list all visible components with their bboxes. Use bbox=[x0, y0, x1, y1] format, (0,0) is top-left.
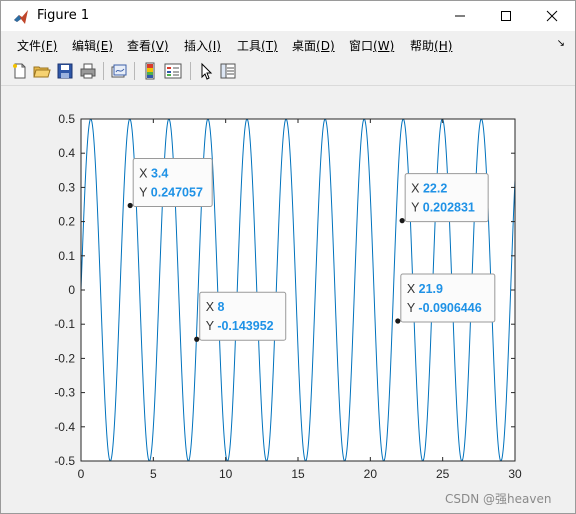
datatip-marker[interactable] bbox=[127, 202, 133, 209]
datatip[interactable]: X 21.9 Y -0.0906446 bbox=[395, 273, 496, 324]
menu-desktop[interactable]: 桌面(D) bbox=[292, 37, 335, 54]
y-tick-label: 0.2 bbox=[58, 215, 75, 229]
datatip-marker[interactable] bbox=[194, 336, 200, 342]
new-figure-icon[interactable] bbox=[11, 62, 29, 80]
x-tick-label: 20 bbox=[364, 467, 378, 481]
toolbar-separator bbox=[190, 62, 191, 80]
menu-view[interactable]: 查看(V) bbox=[127, 37, 169, 54]
menu-insert[interactable]: 插入(I) bbox=[184, 37, 221, 54]
menu-bar: 文件(F) 编辑(E) 查看(V) 插入(I) 工具(T) 桌面(D) 窗口(W… bbox=[1, 31, 575, 57]
menu-edit[interactable]: 编辑(E) bbox=[72, 37, 113, 54]
x-tick-label: 0 bbox=[78, 467, 85, 481]
figure-toolbar bbox=[1, 57, 575, 86]
toolbar-separator bbox=[103, 62, 104, 80]
property-inspector-icon[interactable] bbox=[219, 62, 237, 80]
menu-window[interactable]: 窗口(W) bbox=[349, 37, 394, 54]
y-tick-label: 0.3 bbox=[58, 180, 75, 194]
datatip-y-readout: Y -0.0906446 bbox=[407, 301, 482, 315]
y-tick-label: -0.3 bbox=[54, 386, 75, 400]
x-tick-label: 5 bbox=[150, 467, 157, 481]
print-icon[interactable] bbox=[79, 62, 97, 80]
dock-figure-icon[interactable]: ↘ bbox=[557, 38, 565, 49]
datatip[interactable]: X 8 Y -0.143952 bbox=[194, 291, 287, 342]
datatip-y-readout: Y -0.143952 bbox=[206, 319, 274, 333]
y-tick-label: 0.5 bbox=[58, 112, 75, 126]
csdn-watermark: CSDN @强heaven bbox=[445, 492, 552, 506]
insert-colorbar-icon[interactable] bbox=[141, 62, 159, 80]
datatip-marker[interactable] bbox=[399, 218, 405, 224]
close-icon bbox=[546, 10, 558, 22]
datatip-x-readout: X 3.4 bbox=[139, 167, 168, 181]
x-tick-label: 15 bbox=[291, 467, 305, 481]
maximize-icon bbox=[501, 11, 511, 21]
toolbar-separator bbox=[134, 62, 135, 80]
datatip-x-readout: X 22.2 bbox=[411, 182, 447, 196]
datatip-x-readout: X 21.9 bbox=[407, 282, 443, 296]
x-tick-label: 30 bbox=[508, 467, 522, 481]
datatip-x-readout: X 8 bbox=[206, 300, 225, 314]
datatip-y-readout: Y 0.247057 bbox=[139, 186, 203, 200]
minimize-button[interactable] bbox=[437, 1, 483, 31]
y-tick-label: 0.4 bbox=[58, 146, 75, 160]
menu-tools[interactable]: 工具(T) bbox=[237, 37, 278, 54]
y-tick-label: 0.1 bbox=[58, 249, 75, 263]
datatip-marker[interactable] bbox=[395, 318, 401, 324]
y-tick-label: -0.2 bbox=[54, 351, 75, 365]
x-tick-label: 25 bbox=[436, 467, 450, 481]
window-title: Figure 1 bbox=[37, 8, 90, 23]
datatip[interactable]: X 3.4 Y 0.247057 bbox=[127, 158, 213, 209]
menu-help[interactable]: 帮助(H) bbox=[410, 37, 452, 54]
minimize-icon bbox=[455, 15, 465, 17]
y-tick-label: -0.5 bbox=[54, 454, 75, 468]
figure-canvas: -0.5 -0.4 -0.3 -0.2 -0.1 0 0.1 0.2 0.3 0.4 0.5 0 5 1… bbox=[10, 86, 566, 506]
menu-file[interactable]: 文件(F) bbox=[17, 37, 57, 54]
title-bar[interactable]: Figure 1 bbox=[1, 1, 575, 31]
maximize-button[interactable] bbox=[483, 1, 529, 31]
figure-window: Figure 1 文件(F) 编辑(E) 查看(V) 插入(I) 工具(T) 桌… bbox=[0, 0, 576, 514]
x-tick-label: 10 bbox=[219, 467, 233, 481]
save-icon[interactable] bbox=[56, 62, 74, 80]
close-button[interactable] bbox=[529, 1, 575, 31]
insert-legend-icon[interactable] bbox=[164, 62, 182, 80]
link-plot-icon[interactable] bbox=[110, 62, 128, 80]
edit-plot-icon[interactable] bbox=[197, 62, 215, 80]
y-tick-label: 0 bbox=[68, 283, 75, 297]
y-tick-label: -0.4 bbox=[54, 420, 75, 434]
axes-plot[interactable]: -0.5 -0.4 -0.3 -0.2 -0.1 0 0.1 0.2 0.3 0.4 0.5 0 5 1… bbox=[10, 86, 566, 506]
datatip[interactable]: X 22.2 Y 0.202831 bbox=[399, 173, 489, 224]
y-tick-label: -0.1 bbox=[54, 317, 75, 331]
datatip-y-readout: Y 0.202831 bbox=[411, 201, 475, 215]
open-file-icon[interactable] bbox=[33, 62, 51, 80]
matlab-app-icon bbox=[14, 10, 28, 24]
